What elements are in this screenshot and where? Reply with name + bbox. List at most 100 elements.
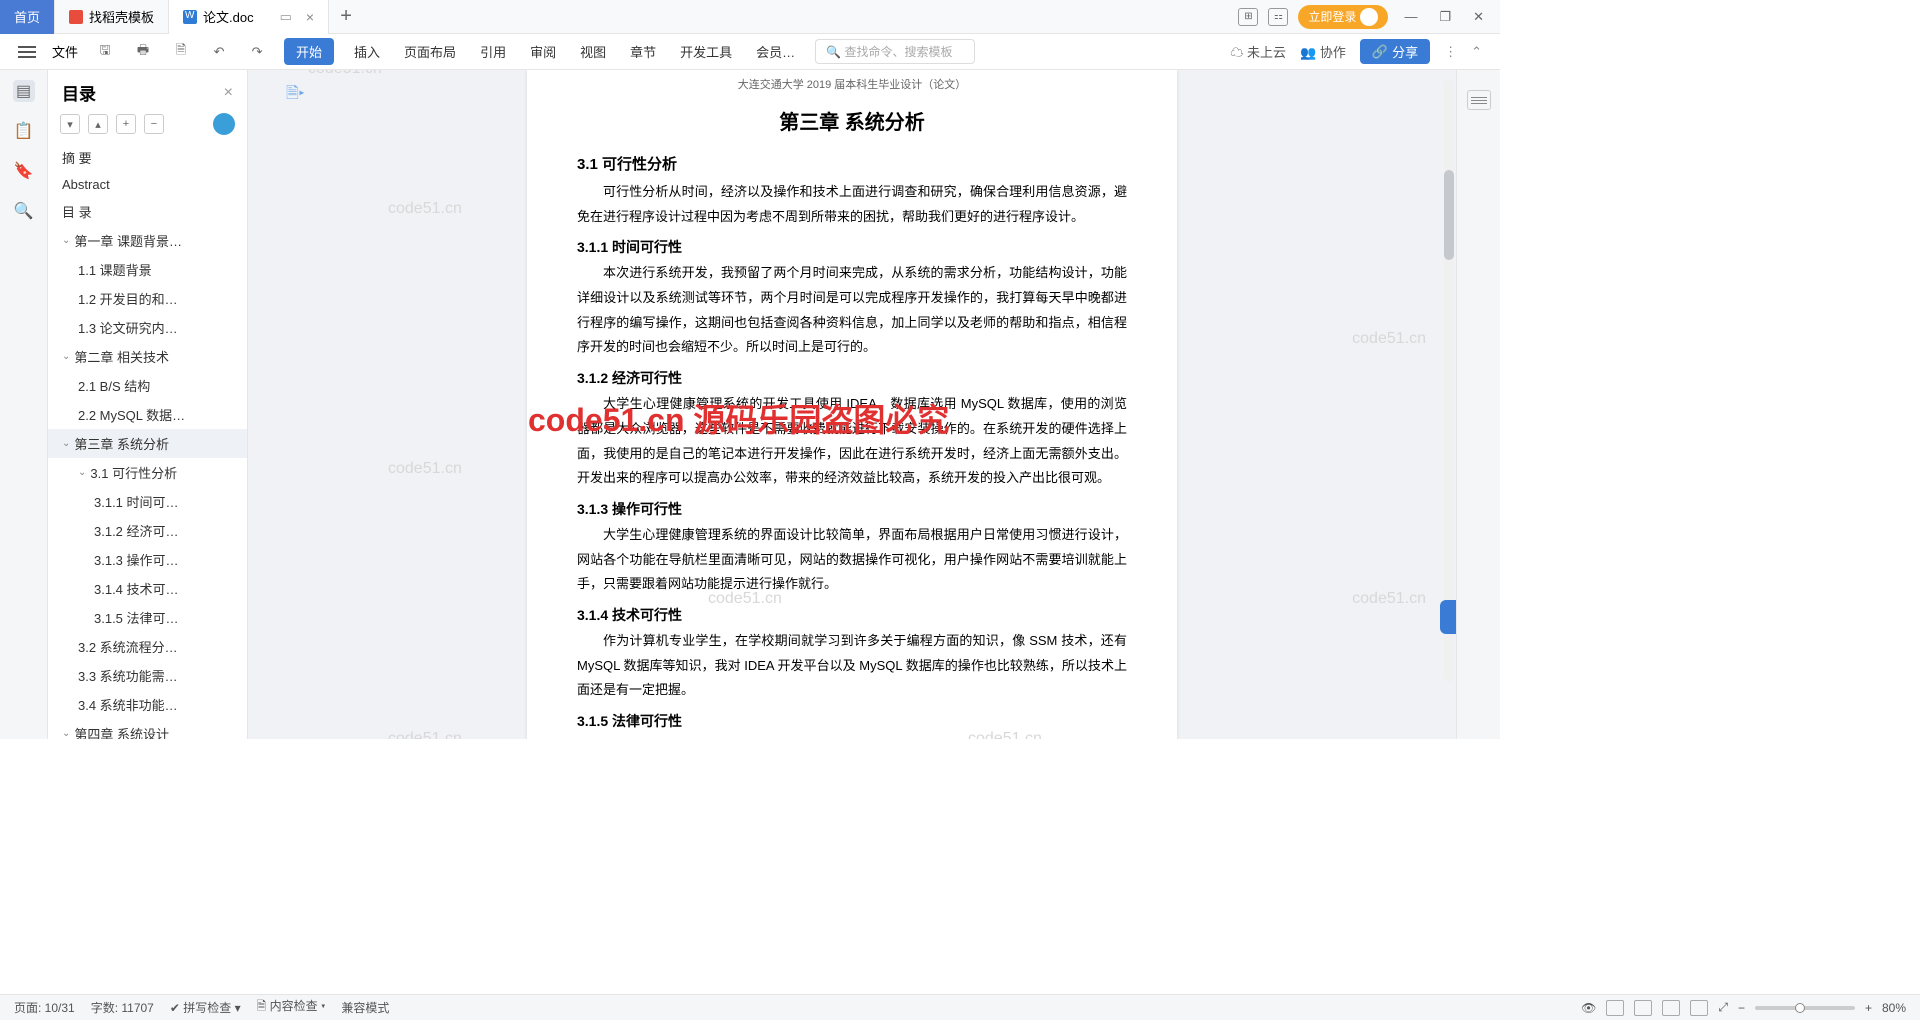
preview-icon[interactable]: 🗎 [170, 41, 192, 63]
outline-item[interactable]: 3.1.4 技术可… [48, 574, 247, 603]
fit-icon[interactable]: ⤢ [1718, 1000, 1728, 1015]
minimize-button[interactable]: — [1398, 9, 1423, 24]
outline-item[interactable]: ⌄第四章 系统设计 [48, 719, 247, 739]
redo-icon[interactable]: ↷ [246, 41, 268, 63]
view-mode-3-icon[interactable] [1662, 1000, 1680, 1016]
ribbon-tab-review[interactable]: 审阅 [526, 36, 560, 67]
outline-item[interactable]: 3.1.2 经济可… [48, 516, 247, 545]
outline-item[interactable]: ⌄第三章 系统分析 [48, 429, 247, 458]
paragraph: 可行性分析从时间，经济以及操作和技术上面进行调查和研究，确保合理利用信息资源，避… [577, 180, 1127, 229]
compat-mode[interactable]: 兼容模式 [341, 999, 389, 1016]
outline-item[interactable]: ⌄第一章 课题背景… [48, 226, 247, 255]
chevron-up-icon[interactable]: ⌃ [1471, 44, 1482, 60]
outline-list[interactable]: 摘 要Abstract目 录⌄第一章 课题背景…1.1 课题背景1.2 开发目的… [48, 143, 247, 739]
document-area[interactable]: code51.cn 🗎▸ 大连交通大学 2019 届本科生毕业设计（论文） 第三… [248, 70, 1456, 739]
outline-item[interactable]: 3.1.1 时间可… [48, 487, 247, 516]
outline-icon[interactable]: ▤ [13, 80, 35, 102]
apps-icon[interactable]: ⚏ [1268, 8, 1288, 26]
zoom-slider[interactable] [1755, 1006, 1855, 1010]
add-button[interactable]: + [116, 114, 136, 134]
outline-badge-icon[interactable] [213, 113, 235, 135]
outline-item[interactable]: 摘 要 [48, 143, 247, 172]
outline-item[interactable]: 1.1 课题背景 [48, 255, 247, 284]
title-bar: 首页 找稻壳模板 论文.doc ▭ × + ⊞ ⚏ 立即登录 — ❐ ✕ [0, 0, 1500, 34]
ribbon-tab-dev[interactable]: 开发工具 [676, 36, 736, 67]
outline-item[interactable]: Abstract [48, 172, 247, 197]
status-bar: 页面: 10/31 字数: 11707 ✔ 拼写检查 ▾ 🗎 内容检查 ▾ 兼容… [0, 994, 1920, 1020]
outline-item[interactable]: ⌄3.1 可行性分析 [48, 458, 247, 487]
expand-all-button[interactable]: ▴ [88, 114, 108, 134]
share-button[interactable]: 🔗 分享 [1360, 39, 1430, 64]
ribbon: 文件 🖫 🖶 🗎 ↶ ↷ 开始 插入 页面布局 引用 审阅 视图 章节 开发工具… [0, 34, 1500, 70]
close-icon[interactable]: × [224, 84, 233, 102]
print-icon[interactable]: 🖶 [132, 41, 154, 63]
login-button[interactable]: 立即登录 [1298, 5, 1388, 29]
new-tab-button[interactable]: + [329, 5, 363, 28]
view-mode-4-icon[interactable] [1690, 1000, 1708, 1016]
undo-icon[interactable]: ↶ [208, 41, 230, 63]
outline-item[interactable]: 3.1.5 法律可… [48, 603, 247, 632]
save-icon[interactable]: 🖫 [94, 41, 116, 63]
heading-4: 3.1.1 时间可行性 [577, 237, 1127, 257]
bookmark-icon[interactable]: 🔖 [13, 160, 35, 182]
outline-item[interactable]: ⌄第二章 相关技术 [48, 342, 247, 371]
ribbon-tab-insert[interactable]: 插入 [350, 36, 384, 67]
ribbon-tab-ref[interactable]: 引用 [476, 36, 510, 67]
side-tab-button[interactable] [1440, 600, 1456, 634]
watermark: code51.cn [1352, 330, 1426, 348]
search-input[interactable]: 🔍 查找命令、搜索模板 [815, 39, 975, 64]
screen-icon[interactable]: ▭ [280, 9, 292, 25]
remove-button[interactable]: − [144, 114, 164, 134]
close-icon[interactable]: × [306, 9, 314, 25]
watermark: code51.cn [1352, 590, 1426, 608]
ribbon-tab-layout[interactable]: 页面布局 [400, 36, 460, 67]
outline-item[interactable]: 2.2 MySQL 数据… [48, 400, 247, 429]
collapse-all-button[interactable]: ▾ [60, 114, 80, 134]
file-menu[interactable]: 文件 [52, 42, 78, 61]
outline-item[interactable]: 2.1 B/S 结构 [48, 371, 247, 400]
tab-document[interactable]: 论文.doc ▭ × [169, 0, 329, 34]
tab-templates[interactable]: 找稻壳模板 [55, 0, 169, 34]
cloud-status[interactable]: ☁ 未上云 [1230, 42, 1286, 61]
menu-icon[interactable] [18, 46, 36, 58]
spellcheck-button[interactable]: ✔ 拼写检查 ▾ [170, 999, 241, 1016]
scrollbar[interactable] [1444, 80, 1454, 682]
collab-button[interactable]: 👥 协作 [1300, 42, 1346, 61]
ribbon-tab-section[interactable]: 章节 [626, 36, 660, 67]
more-icon[interactable]: ⋮ [1444, 44, 1457, 60]
view-mode-1-icon[interactable] [1606, 1000, 1624, 1016]
login-label: 立即登录 [1308, 8, 1356, 25]
avatar-icon [1360, 8, 1378, 26]
zoom-thumb[interactable] [1795, 1003, 1805, 1013]
paragraph: 本次进行系统开发，我预留了两个月时间来完成，从系统的需求分析，功能结构设计，功能… [577, 261, 1127, 360]
tab-home[interactable]: 首页 [0, 0, 55, 34]
zoom-out-button[interactable]: − [1738, 1001, 1745, 1015]
ribbon-tab-member[interactable]: 会员… [752, 36, 799, 67]
right-rail [1456, 70, 1500, 739]
outline-item[interactable]: 目 录 [48, 197, 247, 226]
outline-item[interactable]: 3.4 系统非功能… [48, 690, 247, 719]
window-close-button[interactable]: ✕ [1467, 9, 1490, 25]
panel-toggle-button[interactable] [1467, 90, 1491, 110]
watermark: code51.cn [308, 70, 382, 78]
outline-item[interactable]: 3.2 系统流程分… [48, 632, 247, 661]
content-check-button[interactable]: 🗎 内容检查 ▾ [257, 997, 326, 1018]
outline-item[interactable]: 3.3 系统功能需… [48, 661, 247, 690]
zoom-level[interactable]: 80% [1882, 1001, 1906, 1015]
outline-item[interactable]: 1.3 论文研究内… [48, 313, 247, 342]
ribbon-tab-view[interactable]: 视图 [576, 36, 610, 67]
zoom-in-button[interactable]: + [1865, 1001, 1872, 1015]
ribbon-tab-start[interactable]: 开始 [284, 38, 334, 65]
view-mode-2-icon[interactable] [1634, 1000, 1652, 1016]
watermark: code51.cn [388, 730, 462, 739]
outline-item[interactable]: 1.2 开发目的和… [48, 284, 247, 313]
layout-icon[interactable]: ⊞ [1238, 8, 1258, 26]
search-rail-icon[interactable]: 🔍 [13, 200, 35, 222]
tab-label: 论文.doc [203, 7, 254, 26]
heading-4: 3.1.5 法律可行性 [577, 711, 1127, 731]
eye-icon[interactable]: 👁 [1581, 1001, 1596, 1015]
outline-item[interactable]: 3.1.3 操作可… [48, 545, 247, 574]
clipboard-icon[interactable]: 📋 [13, 120, 35, 142]
scrollbar-thumb[interactable] [1444, 170, 1454, 260]
maximize-button[interactable]: ❐ [1433, 9, 1457, 25]
